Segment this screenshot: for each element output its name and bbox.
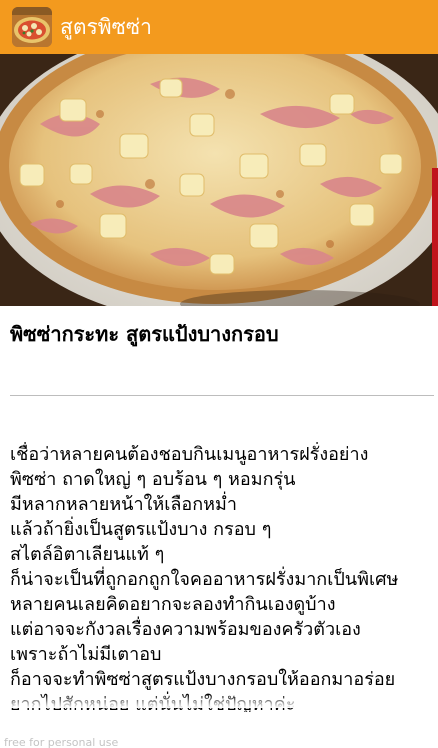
body-line: ก็น่าจะเป็นที่ถูกอกถูกใจคออาหารฝรั่งมากเ… xyxy=(10,569,399,590)
body-line: แต่อาจจะกังวลเรื่องความพร้อมของครัวตัวเอ… xyxy=(10,619,361,640)
title-divider xyxy=(10,395,434,396)
body-line: เพราะถ้าไม่มีเตาอบ xyxy=(10,644,162,665)
body-fade xyxy=(0,694,438,708)
body-line: แล้วถ้ายิ่งเป็นสูตรแป้งบาง กรอบ ๆ xyxy=(10,519,272,540)
scroll-indicator xyxy=(432,168,438,306)
article-content: พิซซ่ากระทะ สูตรแป้งบางกรอบ เชื่อว่าหลาย… xyxy=(10,306,438,712)
article-body: เชื่อว่าหลายคนต้องชอบกินเมนูอาหารฝรั่งอย… xyxy=(10,442,438,712)
body-line: มีหลากหลายหน้าให้เลือกหม่ำ xyxy=(10,494,237,515)
body-line: หลายคนเลยคิดอยากจะลองทำกินเองดูบ้าง xyxy=(10,594,336,615)
body-line: สไตล์อิตาเลียนแท้ ๆ xyxy=(10,544,165,565)
watermark: free for personal use xyxy=(4,736,119,748)
recipe-screen: สูตรพิซซ่า พิซซ่ากระทะ สูตรแป้งบางกรอบ เ… xyxy=(0,0,438,748)
article-title: พิซซ่ากระทะ สูตรแป้งบางกรอบ xyxy=(10,322,279,346)
pizza-photo xyxy=(0,54,438,306)
body-line: เชื่อว่าหลายคนต้องชอบกินเมนูอาหารฝรั่งอย… xyxy=(10,444,369,465)
body-line: พิซซ่า ถาดใหญ่ ๆ อบร้อน ๆ หอมกรุ่น xyxy=(10,469,296,490)
app-title: สูตรพิซซ่า xyxy=(60,15,152,39)
pizza-app-icon[interactable] xyxy=(12,7,52,47)
action-bar: สูตรพิซซ่า xyxy=(0,0,438,54)
body-line: ก็อาจจะทำพิซซ่าสูตรแป้งบางกรอบให้ออกมาอร… xyxy=(10,669,396,690)
